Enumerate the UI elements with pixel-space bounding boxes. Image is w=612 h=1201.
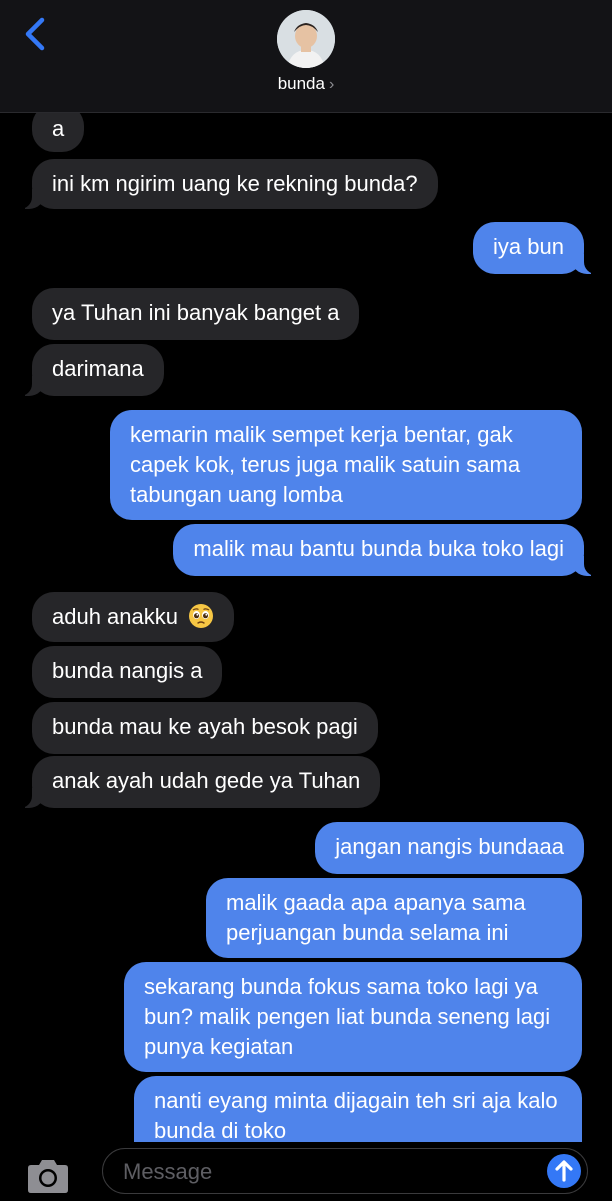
message-bubble-incoming[interactable]: bunda nangis a — [32, 646, 223, 698]
message-text: nanti eyang minta dijagain teh sri aja k… — [154, 1088, 558, 1142]
message-text: a — [52, 116, 65, 141]
message-thread[interactable]: a ini km ngirim uang ke rekning bunda? i… — [0, 112, 612, 1142]
message-bubble-outgoing[interactable]: kemarin malik sempet kerja bentar, gak c… — [110, 410, 582, 520]
conversation-header: bunda › — [0, 0, 612, 113]
message-text: iya bun — [493, 234, 564, 259]
message-bubble-outgoing[interactable]: malik gaada apa apanya sama perjuangan b… — [206, 878, 582, 958]
message-text: bunda nangis a — [52, 658, 203, 683]
message-text: ini km ngirim uang ke rekning bunda? — [52, 171, 418, 196]
message-text: kemarin malik sempet kerja bentar, gak c… — [130, 422, 521, 507]
message-bubble-outgoing[interactable]: iya bun — [473, 222, 596, 274]
chevron-left-icon — [25, 17, 45, 51]
pleading-face-icon — [189, 604, 214, 628]
message-bubble-incoming[interactable]: darimana — [20, 344, 164, 396]
message-text: malik gaada apa apanya sama perjuangan b… — [226, 890, 526, 945]
contact-avatar[interactable] — [277, 10, 335, 68]
message-bubble-incoming[interactable]: ini km ngirim uang ke rekning bunda? — [20, 159, 438, 209]
contact-name[interactable]: bunda › — [0, 74, 612, 94]
contact-name-label: bunda — [277, 74, 325, 93]
back-button[interactable] — [18, 14, 54, 54]
message-bubble-outgoing[interactable]: sekarang bunda fokus sama toko lagi ya b… — [124, 962, 582, 1072]
send-button[interactable] — [547, 1154, 581, 1188]
camera-icon — [28, 1160, 68, 1193]
message-text: bunda mau ke ayah besok pagi — [52, 714, 358, 739]
message-input[interactable]: Message — [102, 1148, 588, 1194]
message-text: aduh anakku — [52, 604, 178, 629]
message-placeholder: Message — [123, 1159, 213, 1184]
message-text: malik mau bantu bunda buka toko lagi — [193, 536, 564, 561]
message-bubble-incoming[interactable]: a — [32, 112, 85, 152]
message-bubble-outgoing[interactable]: malik mau bantu bunda buka toko lagi — [173, 524, 596, 576]
chevron-right-icon: › — [328, 76, 335, 93]
message-text: ya Tuhan ini banyak banget a — [52, 300, 340, 325]
message-bubble-incoming[interactable]: aduh anakku — [32, 592, 235, 642]
message-bubble-incoming[interactable]: ya Tuhan ini banyak banget a — [32, 288, 360, 340]
message-bubble-outgoing[interactable]: jangan nangis bundaaa — [315, 822, 584, 874]
message-bubble-incoming[interactable]: anak ayah udah gede ya Tuhan — [19, 756, 381, 808]
message-text: jangan nangis bundaaa — [335, 834, 564, 859]
message-bubble-incoming[interactable]: bunda mau ke ayah besok pagi — [32, 702, 378, 754]
compose-bar: Message — [0, 1142, 612, 1200]
message-text: sekarang bunda fokus sama toko lagi ya b… — [144, 974, 551, 1059]
camera-button[interactable] — [24, 1156, 72, 1196]
arrow-up-icon — [555, 1160, 573, 1182]
message-text: anak ayah udah gede ya Tuhan — [52, 768, 361, 793]
message-bubble-outgoing[interactable]: nanti eyang minta dijagain teh sri aja k… — [134, 1076, 582, 1142]
message-text: darimana — [52, 356, 144, 381]
